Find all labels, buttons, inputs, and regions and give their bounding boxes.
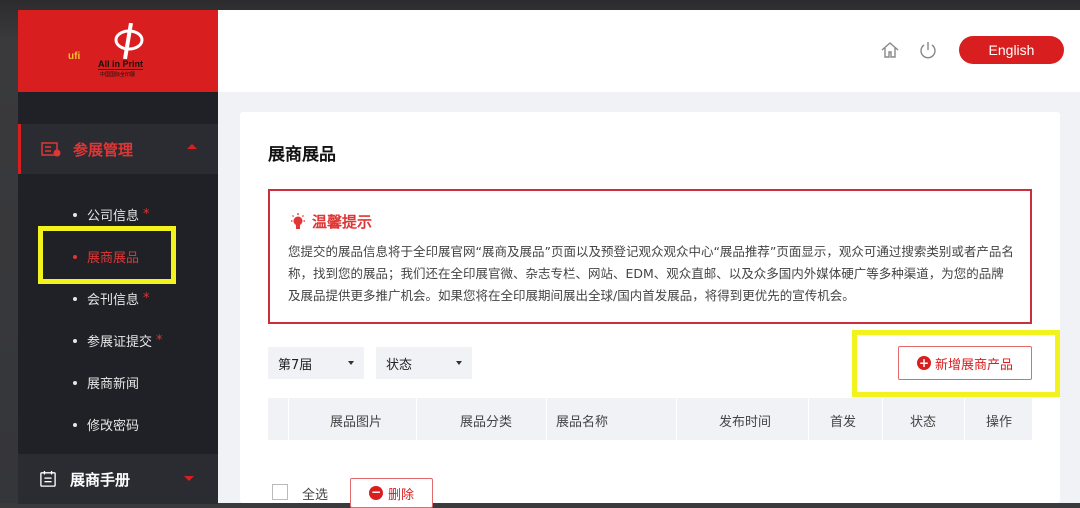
logo-brand-cn: 中国国际全印展 <box>100 72 136 78</box>
column-divider <box>676 398 677 440</box>
column-header-publish-time: 发布时间 <box>719 415 772 430</box>
bullet-icon <box>73 338 77 343</box>
caret-down-icon <box>456 361 462 365</box>
page-title: 展商展品 <box>268 145 336 165</box>
bullet-icon <box>73 212 77 217</box>
sidebar-item-label: 公司信息 <box>87 209 140 224</box>
column-header-debut: 首发 <box>830 415 857 430</box>
sidebar-item-company-info[interactable]: 公司信息 * <box>73 205 150 224</box>
logo-mark-group: ufi All in Print 中国国际全印展 <box>68 23 168 79</box>
sidebar-item-change-password[interactable]: 修改密码 <box>73 415 139 434</box>
caret-down-icon <box>348 361 354 365</box>
menu-group-exhibit-management[interactable]: 参展管理 <box>18 124 221 174</box>
status-select[interactable]: 状态 <box>376 347 472 379</box>
column-header-status: 状态 <box>910 415 937 430</box>
column-divider <box>882 398 883 440</box>
session-select-value: 第7届 <box>278 357 313 373</box>
select-all-checkbox[interactable] <box>272 484 288 500</box>
sidebar-item-label: 展商新闻 <box>87 377 140 392</box>
required-mark: * <box>143 207 150 222</box>
power-icon[interactable] <box>918 40 938 60</box>
column-header-name: 展品名称 <box>556 415 609 430</box>
menu-group-label: 展商手册 <box>70 470 131 489</box>
table-header: 展品图片 展品分类 展品名称 发布时间 首发 状态 操作 <box>268 398 1032 440</box>
column-divider <box>964 398 965 440</box>
sidebar-item-catalog-info[interactable]: 会刊信息 * <box>73 289 150 308</box>
column-header-actions: 操作 <box>986 415 1013 430</box>
exhibit-management-icon <box>41 142 61 157</box>
column-divider <box>808 398 809 440</box>
bullet-icon <box>73 380 77 385</box>
required-mark: * <box>143 291 150 306</box>
highlight-box-add-button <box>852 330 1060 397</box>
select-all-label: 全选 <box>302 488 329 503</box>
notice-title: 温馨提示 <box>290 211 372 232</box>
sidebar-item-label: 参展证提交 <box>87 335 153 350</box>
top-header: English <box>218 10 1080 92</box>
menu-group-label: 参展管理 <box>73 140 134 159</box>
sidebar-item-label: 会刊信息 <box>87 293 140 308</box>
column-header-image: 展品图片 <box>330 415 383 430</box>
logo-brand-text: All in Print <box>98 59 143 70</box>
sidebar-item-label: 修改密码 <box>87 419 140 434</box>
sidebar-item-badge-submit[interactable]: 参展证提交 * <box>73 331 163 350</box>
column-header-category: 展品分类 <box>460 415 513 430</box>
lightbulb-icon <box>291 212 305 229</box>
ufi-logo: ufi <box>68 51 81 62</box>
required-mark: * <box>156 333 163 348</box>
bullet-icon <box>73 422 77 427</box>
home-icon[interactable] <box>880 40 900 60</box>
sidebar-item-exhibitor-news[interactable]: 展商新闻 <box>73 373 139 392</box>
manual-icon <box>40 471 56 487</box>
highlight-box-sidebar <box>38 226 176 284</box>
session-select[interactable]: 第7届 <box>268 347 364 379</box>
chevron-down-icon <box>184 476 194 481</box>
notice-box: 温馨提示 您提交的展品信息将于全印展官网“展商及展品”页面以及预登记观众观众中心… <box>268 189 1032 324</box>
logo[interactable]: ufi All in Print 中国国际全印展 <box>18 10 218 92</box>
notice-title-text: 温馨提示 <box>312 213 373 231</box>
column-divider <box>416 398 417 440</box>
minus-circle-icon: − <box>368 485 383 500</box>
column-divider <box>288 398 289 440</box>
delete-button[interactable]: − 删除 <box>350 478 433 508</box>
notice-body: 您提交的展品信息将于全印展官网“展商及展品”页面以及预登记观众观众中心“展品推荐… <box>288 244 1014 303</box>
language-button[interactable]: English <box>959 36 1064 64</box>
column-divider <box>546 398 547 440</box>
print-logo-icon <box>114 23 144 59</box>
delete-label: 删除 <box>387 487 414 503</box>
status-select-value: 状态 <box>386 357 413 373</box>
menu-group-exhibitor-manual[interactable]: 展商手册 <box>18 454 218 504</box>
bullet-icon <box>73 296 77 301</box>
chevron-up-icon <box>187 144 197 149</box>
